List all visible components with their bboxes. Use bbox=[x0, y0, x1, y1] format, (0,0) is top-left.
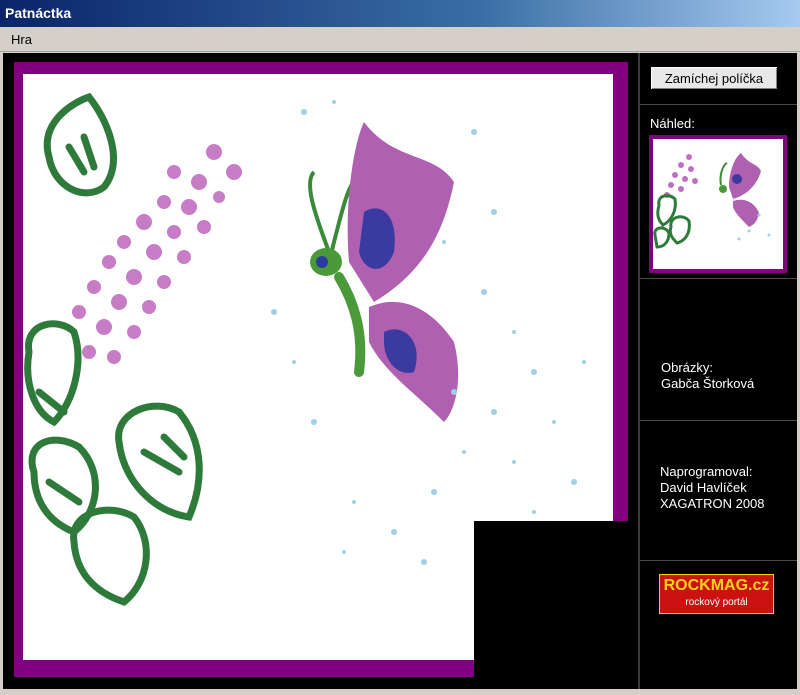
logo-tagline: rockový portál bbox=[685, 597, 748, 608]
images-author: Gabča Štorková bbox=[661, 376, 755, 391]
programmed-label: Naprogramoval: bbox=[660, 464, 753, 479]
studio-name: XAGATRON 2008 bbox=[660, 496, 765, 511]
empty-tile[interactable] bbox=[474, 521, 628, 677]
logo-name: ROCKMAG.cz bbox=[663, 577, 770, 594]
menu-bar: Hra bbox=[0, 27, 800, 52]
images-label: Obrázky: bbox=[661, 360, 714, 375]
separator bbox=[640, 104, 797, 105]
window-title: Patnáctka bbox=[5, 5, 72, 21]
title-bar[interactable]: Patnáctka bbox=[0, 0, 800, 27]
game-window: Patnáctka Hra Zamíchej políčka Náhled: O… bbox=[0, 0, 800, 695]
preview-label: Náhled: bbox=[650, 116, 695, 131]
menu-item-hra[interactable]: Hra bbox=[11, 32, 32, 47]
rockmag-logo[interactable]: ROCKMAG.cz rockový portál bbox=[659, 574, 774, 614]
preview-image bbox=[649, 135, 787, 273]
separator bbox=[640, 278, 797, 279]
window-bottom-edge bbox=[0, 689, 800, 695]
separator bbox=[640, 420, 797, 421]
shuffle-button[interactable]: Zamíchej políčka bbox=[650, 66, 778, 90]
programmer-name: David Havlíček bbox=[660, 480, 747, 495]
separator bbox=[640, 560, 797, 561]
preview-picture bbox=[653, 139, 783, 269]
panel-divider bbox=[638, 53, 640, 689]
